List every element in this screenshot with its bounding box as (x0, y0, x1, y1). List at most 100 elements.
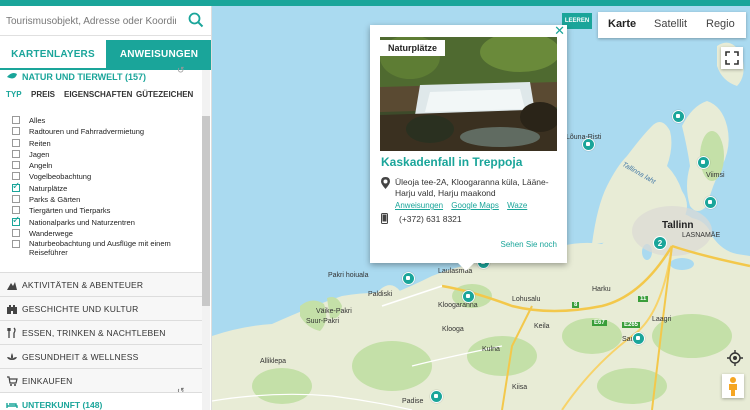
subtab-eigenschaften[interactable]: EIGENSCHAFTEN (64, 90, 132, 99)
street-view-pegman[interactable] (722, 374, 744, 398)
search-bar (0, 6, 211, 36)
category-food[interactable]: ESSEN, TRINKEN & NACHTLEBEN (0, 320, 202, 344)
map-marker[interactable] (704, 196, 717, 209)
filter-option[interactable]: Alles (12, 114, 198, 125)
popup-pointer (458, 263, 474, 271)
map-label-harku: Harku (592, 286, 611, 293)
category-accommodation[interactable]: UNTERKUNFT (148) (0, 392, 202, 410)
map-marker[interactable] (402, 272, 415, 285)
map-label-paldiski: Paldiski (368, 291, 393, 298)
category-shopping[interactable]: EINKAUFEN (0, 368, 202, 392)
map-type-regio[interactable]: Regio (706, 18, 735, 30)
filter-checkbox[interactable] (12, 240, 20, 249)
fullscreen-button[interactable] (721, 47, 743, 69)
filter-option[interactable]: Parks & Gärten (12, 193, 198, 204)
road-badge-e265: E265 (622, 322, 641, 328)
filter-option[interactable]: Naturplätze (12, 181, 198, 193)
tab-anweisungen[interactable]: ANWEISUNGEN (106, 40, 211, 70)
my-location-icon[interactable] (725, 348, 745, 368)
category-label: GESUNDHEIT & WELLNESS (22, 352, 139, 362)
subtab-typ[interactable]: TYP (6, 90, 22, 99)
subtab-guetezeichen[interactable]: GÜTEZEICHEN (136, 90, 193, 99)
link-google-maps[interactable]: Google Maps (451, 201, 499, 210)
filter-label: Angeln (29, 161, 53, 171)
fullscreen-icon (725, 51, 739, 65)
link-directions[interactable]: Anweisungen (395, 201, 443, 210)
scrollbar-thumb[interactable] (202, 116, 210, 306)
cutlery-icon (7, 327, 16, 338)
map-label-tallinn: Tallinn (662, 220, 694, 231)
category-wellness[interactable]: GESUNDHEIT & WELLNESS (0, 344, 202, 368)
filter-option[interactable]: Wanderwege (12, 227, 198, 238)
category-activities[interactable]: AKTIVITÄTEN & ABENTEUER (0, 272, 202, 296)
filter-checkbox[interactable] (12, 181, 20, 192)
filter-label: Vogelbeobachtung (29, 172, 92, 182)
filter-checkbox[interactable] (12, 138, 20, 147)
map-cluster-marker[interactable]: 2 (653, 236, 667, 250)
map-marker[interactable] (697, 156, 710, 169)
map-label-kloogaranna: Kloogaranna (438, 302, 478, 309)
filter-checkbox[interactable] (12, 172, 20, 181)
filter-label: Naturbeobachtung und Ausflüge mit einem … (29, 239, 171, 257)
filter-checkbox[interactable] (12, 127, 20, 136)
subtab-preis[interactable]: PREIS (31, 90, 55, 99)
bed-icon (6, 403, 18, 408)
map-marker[interactable] (430, 390, 443, 403)
sidebar: KARTENLAYERS ANWEISUNGEN ↺ NATUR UND TIE… (0, 6, 212, 410)
search-input[interactable] (6, 12, 176, 30)
filter-option[interactable]: Vogelbeobachtung (12, 170, 198, 181)
filter-label: Nationalparks und Naturzentren (29, 217, 135, 227)
map-label-laagri: Laagri (652, 316, 672, 323)
see-more-link[interactable]: Sehen Sie noch (501, 240, 558, 249)
filter-checkbox[interactable] (12, 149, 20, 158)
map-label-lasnamae: LASNAMÄE (682, 232, 721, 239)
link-waze[interactable]: Waze (507, 201, 527, 210)
map-marker[interactable] (582, 138, 595, 151)
map-type-satellit[interactable]: Satellit (654, 18, 687, 30)
filter-option[interactable]: Tiergärten und Tierparks (12, 204, 198, 215)
category-nature-expanded[interactable]: NATUR UND TIERWELT (157) (0, 68, 202, 86)
filter-option[interactable]: Nationalparks und Naturzentren (12, 215, 198, 227)
map-label-keila: Keila (534, 323, 550, 330)
map-label-padise: Padise (402, 398, 424, 405)
filter-checkbox[interactable] (12, 161, 20, 170)
poi-title[interactable]: Kaskadenfall in Treppoja (381, 155, 522, 169)
filter-option[interactable]: Naturbeobachtung und Ausflüge mit einem … (12, 238, 198, 257)
filter-option[interactable]: Reiten (12, 137, 198, 148)
poi-phone[interactable]: (+372) 631 8321 (399, 214, 462, 224)
filter-label: Tiergärten und Tierparks (29, 206, 111, 216)
filter-option[interactable]: Jagen (12, 148, 198, 159)
cart-icon (7, 376, 18, 386)
filter-checkbox[interactable] (12, 228, 20, 237)
map-marker[interactable] (672, 110, 685, 123)
filter-checkbox[interactable] (12, 195, 20, 204)
map-marker[interactable] (462, 290, 475, 303)
location-pin-icon (381, 177, 390, 189)
tab-kartenlayers[interactable]: KARTENLAYERS (0, 40, 106, 70)
phone-icon (381, 213, 388, 224)
close-icon[interactable]: ✕ (554, 23, 565, 39)
category-label: GESCHICHTE UND KULTUR (22, 304, 139, 314)
filter-checkbox[interactable] (12, 116, 20, 124)
category-label: UNTERKUNFT (148) (22, 400, 103, 410)
map-label-lohusalu: Lohusalu (512, 296, 541, 303)
map-type-karte[interactable]: Karte (608, 18, 636, 30)
road-badge-8: 8 (572, 302, 580, 308)
filter-list: Alles Radtouren und Fahrradvermietung Reit… (12, 114, 198, 257)
filter-checkbox[interactable] (12, 206, 20, 215)
map-label-kiisa: Kiisa (512, 384, 528, 391)
map-label-suur-pakri: Suur-Pakri (306, 318, 340, 325)
filter-label: Jagen (29, 149, 50, 159)
category-history[interactable]: GESCHICHTE UND KULTUR (0, 296, 202, 320)
search-icon[interactable] (188, 12, 204, 28)
poi-address: Üleoja tee-2A, Kloogaranna küla, Lääne-H… (395, 177, 549, 198)
filter-option[interactable]: Radtouren und Fahrradvermietung (12, 125, 198, 136)
poi-links: Anweisungen Google Maps Waze (395, 201, 533, 210)
activity-icon (7, 282, 17, 290)
leaf-icon (7, 73, 17, 79)
filter-label: Parks & Gärten (29, 195, 81, 205)
filter-checkbox[interactable] (12, 215, 20, 226)
map-marker[interactable] (632, 332, 645, 345)
filter-option[interactable]: Angeln (12, 159, 198, 170)
filter-label: Alles (29, 116, 46, 125)
